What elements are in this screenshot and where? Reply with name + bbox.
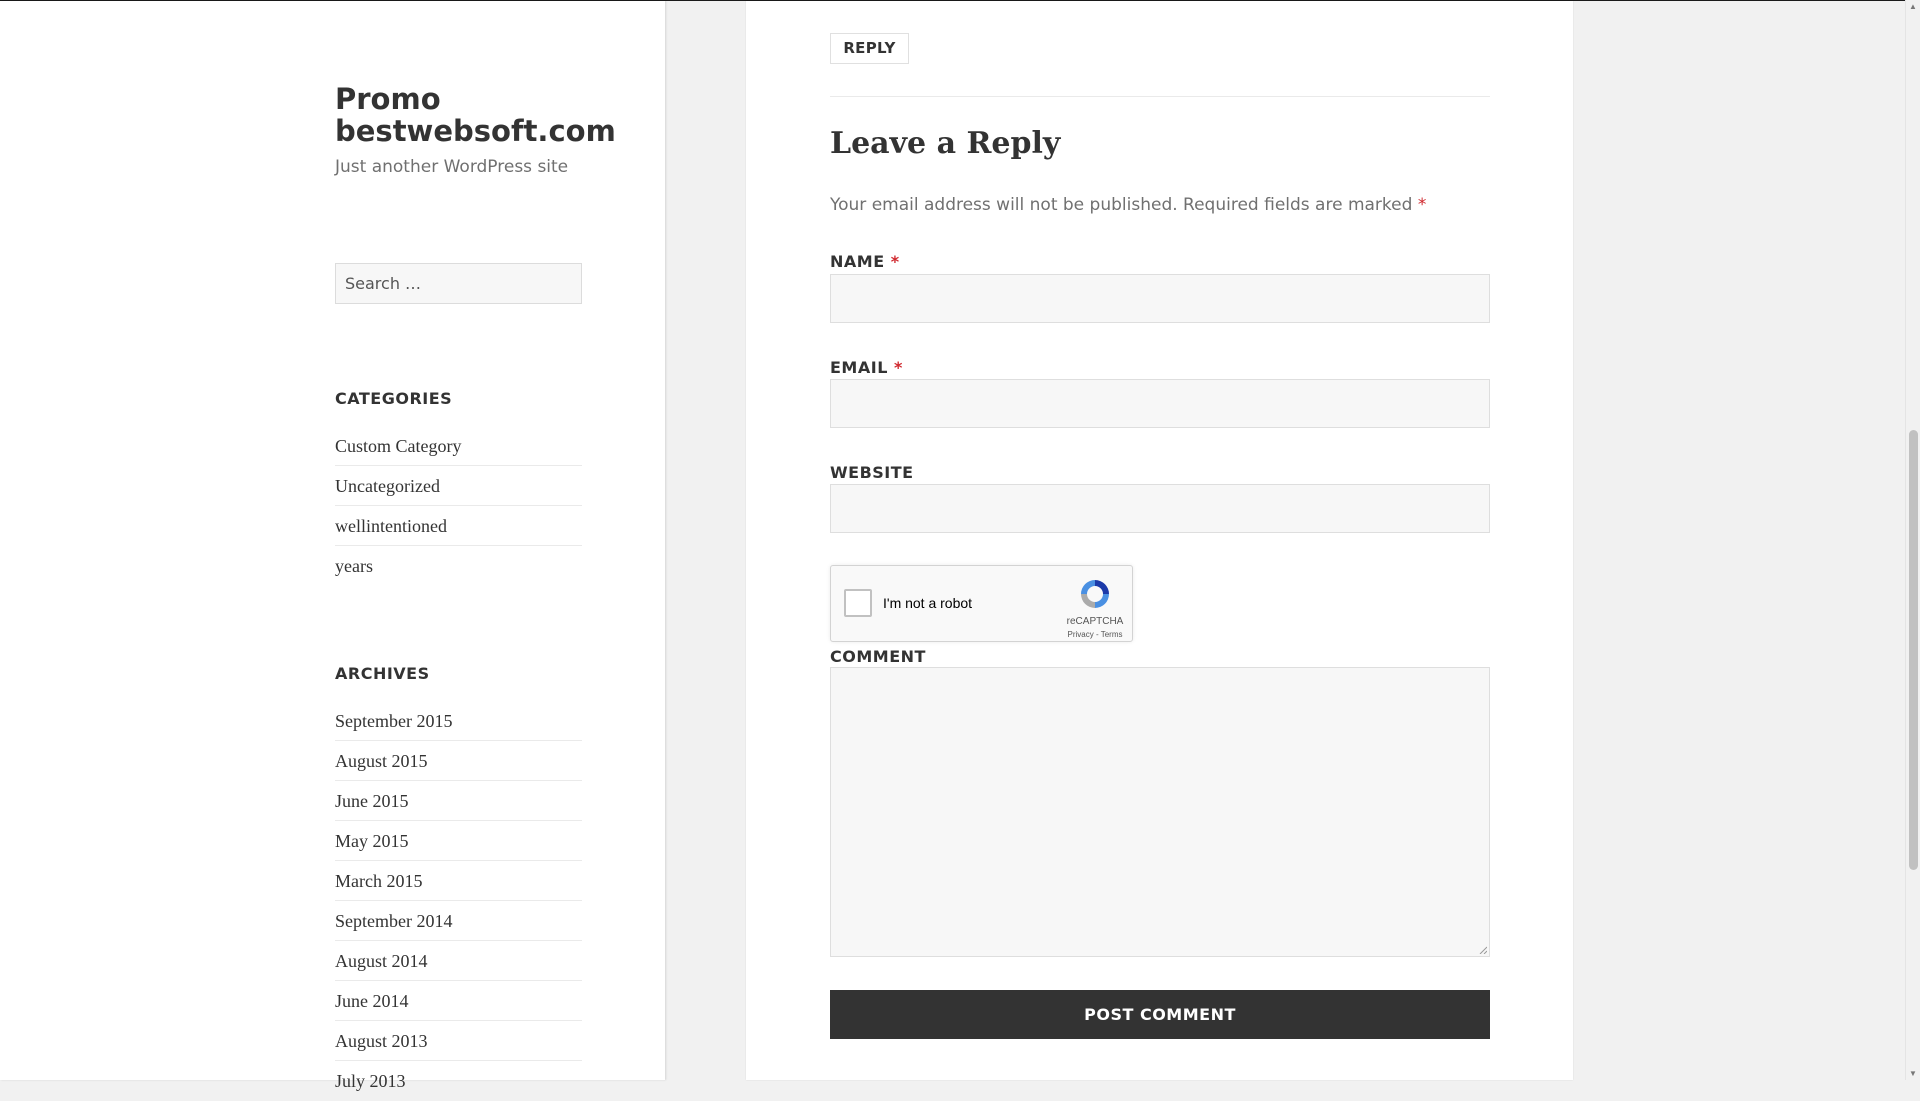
category-link[interactable]: wellintentioned	[335, 506, 582, 546]
search-input[interactable]	[335, 263, 582, 304]
archive-link[interactable]: June 2014	[335, 981, 582, 1021]
scrollbar-thumb[interactable]	[1909, 430, 1918, 870]
comment-notes: Your email address will not be published…	[830, 195, 1426, 215]
comment-textarea[interactable]	[830, 667, 1490, 957]
name-field[interactable]	[830, 274, 1490, 323]
email-label: EMAIL *	[830, 358, 903, 377]
archive-link[interactable]: August 2014	[335, 941, 582, 981]
archives-title: ARCHIVES	[335, 664, 430, 683]
required-mark: *	[893, 358, 903, 377]
name-label-text: NAME	[830, 252, 885, 271]
categories-title: CATEGORIES	[335, 389, 453, 408]
post-comment-button[interactable]: POST COMMENT	[830, 990, 1490, 1039]
comment-label: COMMENT	[830, 647, 926, 666]
archive-link[interactable]: August 2013	[335, 1021, 582, 1061]
categories-list: Custom Category Uncategorized wellintent…	[335, 426, 582, 586]
email-field[interactable]	[830, 379, 1490, 428]
scroll-up-icon[interactable]: ▲	[1909, 2, 1917, 11]
archive-link[interactable]: May 2015	[335, 821, 582, 861]
scrollbar[interactable]: ▲ ▼	[1905, 0, 1920, 1080]
archives-list: September 2015 August 2015 June 2015 May…	[335, 701, 582, 1101]
comment-notes-text: Your email address will not be published…	[830, 195, 1413, 215]
website-field[interactable]	[830, 484, 1490, 533]
archive-link[interactable]: June 2015	[335, 781, 582, 821]
archive-link[interactable]: July 2013	[335, 1061, 582, 1101]
name-label: NAME *	[830, 252, 900, 271]
leave-reply-title: Leave a Reply	[830, 126, 1061, 161]
email-label-text: EMAIL	[830, 358, 888, 377]
category-link[interactable]: Custom Category	[335, 426, 582, 466]
recaptcha-label: I'm not a robot	[883, 595, 973, 611]
recaptcha-widget: I'm not a robot reCAPTCHA Privacy - Term…	[830, 565, 1133, 642]
required-mark: *	[1417, 195, 1427, 215]
recaptcha-links[interactable]: Privacy - Terms	[1063, 630, 1127, 639]
sidebar: Promo bestwebsoft.com Just another WordP…	[0, 1, 665, 1091]
site-title[interactable]: Promo bestwebsoft.com	[335, 83, 616, 147]
resize-grip-icon[interactable]	[1479, 946, 1487, 954]
comment-divider	[830, 96, 1490, 97]
recaptcha-checkbox[interactable]	[844, 589, 872, 617]
archive-link[interactable]: September 2015	[335, 701, 582, 741]
scroll-down-icon[interactable]: ▼	[1909, 1069, 1917, 1078]
required-mark: *	[890, 252, 900, 271]
website-label: WEBSITE	[830, 463, 914, 482]
category-link[interactable]: years	[335, 546, 582, 586]
archive-link[interactable]: September 2014	[335, 901, 582, 941]
category-link[interactable]: Uncategorized	[335, 466, 582, 506]
archive-link[interactable]: August 2015	[335, 741, 582, 781]
recaptcha-brand: reCAPTCHA	[1066, 616, 1124, 627]
archive-link[interactable]: March 2015	[335, 861, 582, 901]
reply-button[interactable]: REPLY	[830, 33, 909, 64]
recaptcha-logo-icon	[1081, 580, 1109, 608]
site-description: Just another WordPress site	[335, 157, 569, 177]
